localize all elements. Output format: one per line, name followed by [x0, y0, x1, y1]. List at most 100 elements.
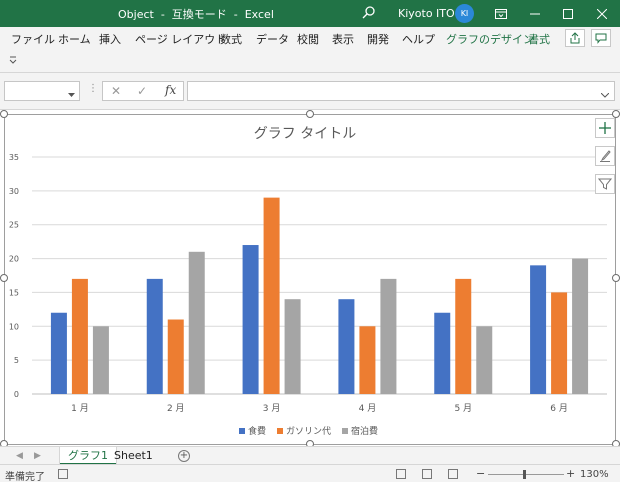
ribbon-display-options-icon[interactable] [484, 0, 518, 27]
insert-function-icon[interactable]: fx [165, 83, 176, 97]
zoom-slider[interactable] [488, 474, 564, 475]
window-title: Object - 互換モード - Excel [118, 8, 274, 21]
legend-swatch [342, 428, 348, 434]
tab-help[interactable]: ヘルプ [402, 31, 435, 47]
add-sheet-icon[interactable]: + [178, 450, 190, 462]
x-tick-label: 2 月 [167, 403, 185, 414]
page-layout-view-icon[interactable] [422, 469, 432, 479]
chart-styles-button[interactable] [595, 146, 615, 166]
chevron-down-icon[interactable] [68, 88, 75, 101]
macro-record-icon[interactable] [58, 469, 68, 479]
bar [242, 245, 259, 394]
zoom-in-button[interactable]: + [566, 467, 575, 480]
minimize-icon[interactable] [518, 0, 552, 27]
chart-area[interactable]: グラフ タイトル 0 5 10 15 20 25 30 35 1 月 2 月 3 月 4 月 5 月 6 月… [4, 114, 616, 445]
tab-file[interactable]: ファイル [11, 31, 55, 47]
bar [359, 326, 376, 394]
legend-label: 食費 [248, 425, 266, 437]
normal-view-icon[interactable] [396, 469, 406, 479]
x-tick-label: 6 月 [550, 403, 568, 414]
chart-title: グラフ タイトル [254, 126, 356, 142]
resize-handle[interactable] [0, 110, 8, 118]
sheet-tab-sheet1[interactable]: Sheet1 [106, 447, 161, 465]
bar [146, 278, 163, 394]
resize-handle[interactable] [306, 110, 314, 118]
tab-insert[interactable]: 挿入 [99, 31, 121, 47]
cancel-icon[interactable]: ✕ [111, 84, 121, 98]
enter-icon[interactable]: ✓ [137, 84, 147, 98]
comments-icon[interactable] [591, 29, 611, 47]
x-tick-label: 3 月 [263, 403, 281, 414]
chart-elements-button[interactable] [595, 118, 615, 138]
column-chart: グラフ タイトル 0 5 10 15 20 25 30 35 1 月 2 月 3 月 4 月 5 月 6 月… [9, 126, 607, 437]
share-icon[interactable] [565, 29, 585, 47]
scroll-right-icon[interactable]: ▶ [34, 451, 41, 461]
y-tick-label: 10 [9, 322, 19, 331]
formula-bar-grip-icon[interactable]: ⋮ [88, 83, 98, 94]
quick-access-toolbar [0, 49, 620, 73]
tab-developer[interactable]: 開発 [367, 31, 389, 47]
bar [167, 319, 184, 394]
sheet-tab-bar: ◀ ▶ グラフ1 Sheet1 + [0, 446, 620, 465]
x-tick-label: 4 月 [359, 403, 377, 414]
scroll-left-icon[interactable]: ◀ [16, 451, 23, 461]
tab-chart-design[interactable]: グラフのデザイン [446, 31, 534, 47]
search-icon[interactable] [361, 5, 377, 21]
bar [572, 258, 589, 394]
tab-home[interactable]: ホーム [58, 31, 91, 47]
y-tick-label: 20 [9, 255, 19, 264]
zoom-level[interactable]: 130% [580, 469, 609, 480]
bar [50, 312, 67, 394]
tab-format[interactable]: 書式 [528, 31, 550, 47]
chart-filters-button[interactable] [595, 174, 615, 194]
bar [455, 278, 472, 394]
bar [92, 326, 109, 394]
y-tick-label: 30 [9, 187, 19, 196]
legend-swatch [239, 428, 245, 434]
ribbon-tabs: ファイル ホーム 挿入 ページ レイアウト 数式 データ 校閲 表示 開発 ヘル… [0, 27, 620, 49]
tab-formulas[interactable]: 数式 [220, 31, 242, 47]
avatar[interactable]: KI [455, 4, 474, 23]
y-tick-label: 35 [9, 153, 19, 162]
resize-handle[interactable] [0, 274, 8, 282]
y-tick-label: 5 [14, 356, 19, 365]
tab-view[interactable]: 表示 [332, 31, 354, 47]
chevron-down-icon[interactable] [8, 55, 18, 65]
name-box[interactable] [4, 81, 80, 101]
y-tick-label: 0 [14, 390, 19, 399]
formula-bar: ⋮ ✕ ✓ fx [0, 73, 620, 109]
zoom-slider-thumb[interactable] [523, 470, 526, 479]
status-ready: 準備完了 [5, 472, 45, 482]
maximize-icon[interactable] [551, 0, 585, 27]
resize-handle[interactable] [612, 274, 620, 282]
bar [551, 292, 568, 394]
zoom-out-button[interactable]: − [476, 467, 485, 480]
tab-data[interactable]: データ [256, 31, 289, 47]
chart-sheet-area: グラフ タイトル 0 5 10 15 20 25 30 35 1 月 2 月 3 月 4 月 5 月 6 月… [0, 109, 620, 448]
formula-input[interactable] [187, 81, 615, 101]
formula-bar-buttons: ✕ ✓ fx [102, 81, 184, 101]
user-name[interactable]: Kiyoto ITO [398, 7, 455, 20]
legend-label: 宿泊費 [351, 425, 378, 437]
bar [530, 265, 547, 394]
status-bar: 準備完了 − + 130% [0, 464, 620, 482]
legend-swatch [277, 428, 283, 434]
bar [188, 251, 205, 394]
title-bar: Object - 互換モード - Excel Kiyoto ITO KI [0, 0, 620, 27]
resize-handle[interactable] [612, 110, 620, 118]
expand-formula-bar-icon[interactable] [600, 88, 610, 101]
bar [338, 299, 355, 394]
bar [284, 299, 301, 394]
tab-review[interactable]: 校閲 [297, 31, 319, 47]
close-icon[interactable] [585, 0, 619, 27]
y-tick-label: 25 [9, 221, 19, 230]
page-break-view-icon[interactable] [448, 469, 458, 479]
x-tick-label: 1 月 [71, 403, 89, 414]
tab-page-layout[interactable]: ページ レイアウト [135, 31, 226, 47]
bar [380, 278, 397, 394]
bar [476, 326, 493, 394]
y-tick-label: 15 [9, 288, 19, 297]
legend-label: ガソリン代 [286, 426, 331, 437]
bar [263, 197, 280, 394]
bar [434, 312, 451, 394]
